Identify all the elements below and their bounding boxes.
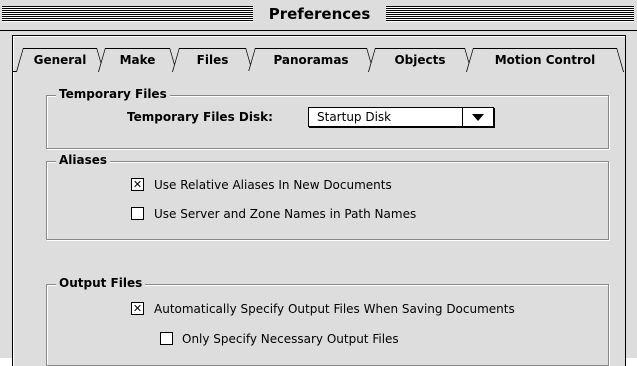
output-files-title: Output Files bbox=[56, 275, 146, 291]
relative-aliases-checkbox[interactable]: ✕ bbox=[131, 178, 144, 191]
only-necessary-output-label: Only Specify Necessary Output Files bbox=[182, 332, 399, 346]
temporary-files-disk-popup[interactable]: Startup Disk bbox=[308, 107, 494, 127]
title-bar[interactable]: Preferences bbox=[0, 0, 637, 31]
tab-make[interactable]: Make bbox=[98, 48, 177, 72]
preferences-window: Preferences General Make Files Panoramas… bbox=[0, 0, 637, 366]
popup-selected-value: Startup Disk bbox=[317, 110, 392, 124]
tab-motion-control[interactable]: Motion Control bbox=[466, 48, 624, 72]
auto-specify-output-label: Automatically Specify Output Files When … bbox=[154, 302, 515, 316]
output-files-group bbox=[46, 284, 609, 366]
active-tab-gap bbox=[174, 71, 253, 72]
temporary-files-title: Temporary Files bbox=[56, 86, 170, 102]
server-zone-names-checkbox[interactable] bbox=[131, 207, 144, 220]
tab-objects[interactable]: Objects bbox=[368, 48, 472, 72]
tab-panoramas[interactable]: Panoramas bbox=[248, 48, 374, 72]
temporary-files-disk-label: Temporary Files Disk: bbox=[127, 110, 273, 124]
only-necessary-output-checkbox[interactable] bbox=[160, 332, 173, 345]
chevron-down-icon bbox=[462, 108, 493, 126]
window-title: Preferences bbox=[253, 2, 386, 27]
tab-files[interactable]: Files bbox=[172, 48, 253, 72]
auto-specify-output-checkbox[interactable]: ✕ bbox=[131, 302, 144, 315]
relative-aliases-label: Use Relative Aliases In New Documents bbox=[154, 178, 392, 192]
tab-general[interactable]: General bbox=[16, 48, 104, 72]
server-zone-names-label: Use Server and Zone Names in Path Names bbox=[154, 207, 417, 221]
aliases-title: Aliases bbox=[56, 152, 111, 168]
aliases-group bbox=[46, 161, 609, 240]
